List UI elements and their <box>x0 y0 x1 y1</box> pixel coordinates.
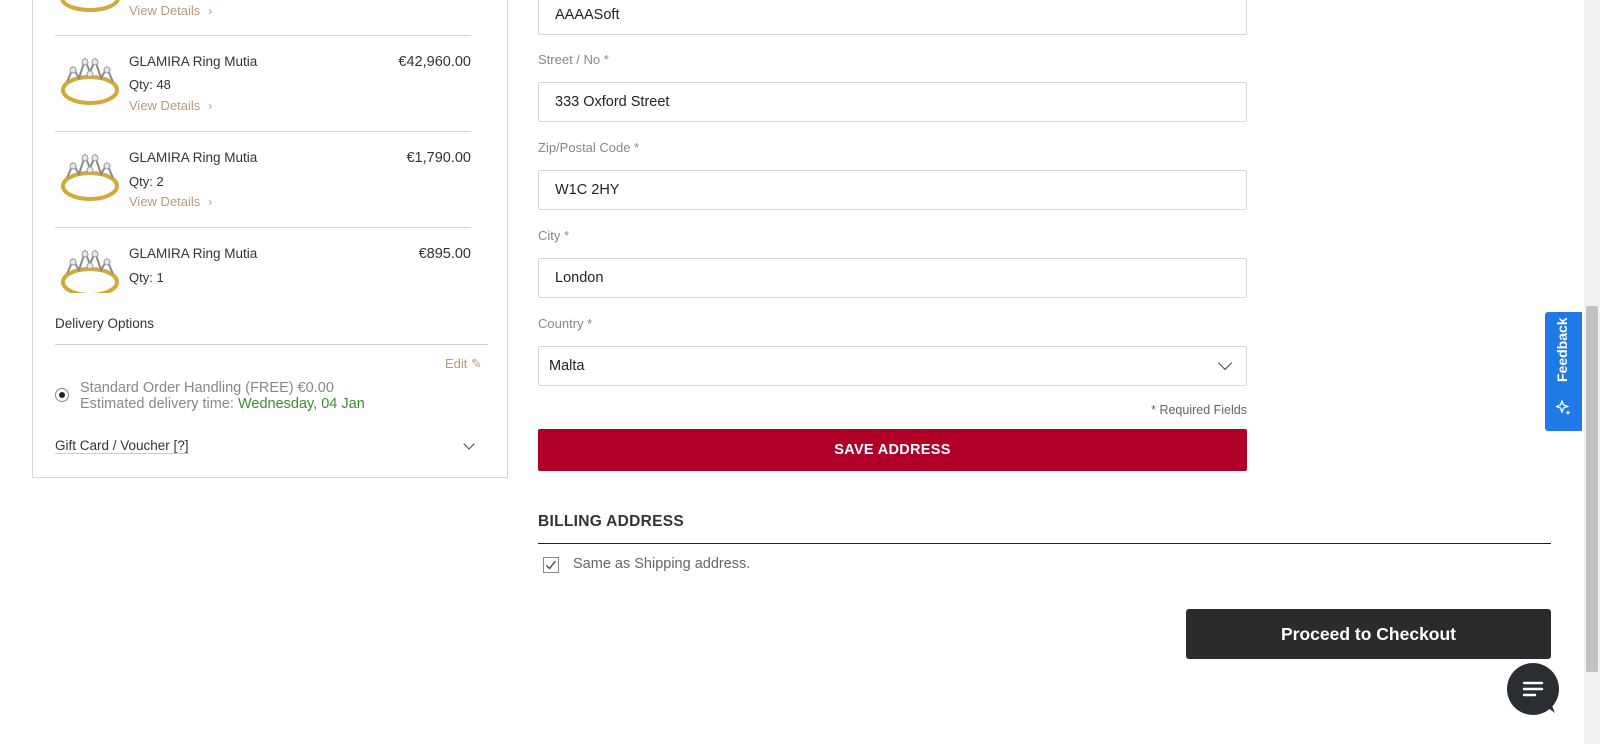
street-input[interactable]: 333 Oxford Street <box>538 82 1247 122</box>
gift-card-toggle[interactable]: Gift Card / Voucher [?] <box>55 438 189 454</box>
billing-address-title: BILLING ADDRESS <box>538 513 685 530</box>
country-select-value: Malta <box>549 358 585 374</box>
item-qty: Qty: 48 <box>129 77 171 92</box>
item-name: GLAMIRA Ring Mutia <box>129 246 258 261</box>
divider <box>55 344 488 345</box>
ring-thumbnail <box>61 249 119 293</box>
city-input[interactable]: London <box>538 258 1247 298</box>
view-details-link[interactable]: View Details › <box>129 194 212 209</box>
feedback-tab[interactable]: Feedback <box>1545 312 1582 431</box>
chevron-right-icon: › <box>208 195 213 209</box>
zip-input[interactable]: W1C 2HY <box>538 170 1247 210</box>
proceed-to-checkout-button[interactable]: Proceed to Checkout <box>1186 609 1551 659</box>
same-as-shipping-label[interactable]: Same as Shipping address. <box>573 556 750 572</box>
item-price: €42,960.00 <box>398 54 471 70</box>
country-label: Country * <box>538 316 593 331</box>
chevron-down-icon <box>1217 355 1233 371</box>
company-input[interactable]: AAAASoft <box>538 0 1247 35</box>
page-scrollbar-thumb[interactable] <box>1586 306 1598 672</box>
item-qty: Qty: 1 <box>129 270 164 285</box>
order-item: GLAMIRA Ring Mutia €42,960.00 Qty: 48 Vi… <box>55 36 471 132</box>
ring-thumbnail <box>60 0 120 12</box>
order-item: View Details › <box>55 0 471 36</box>
order-summary-panel: View Details › GLAMIRA Ring Mutia €42,960… <box>32 0 508 478</box>
checkmark-icon <box>546 560 557 570</box>
delivery-estimate-date: Wednesday, 04 Jan <box>237 396 365 412</box>
chat-menu-icon <box>1522 681 1555 713</box>
delivery-option-label: Standard Order Handling (FREE) €0.00 <box>80 380 334 396</box>
item-qty: Qty: 2 <box>129 174 164 189</box>
city-label: City * <box>538 228 570 243</box>
pencil-icon: ✎ <box>471 356 482 371</box>
chevron-right-icon: › <box>208 99 213 113</box>
order-items-list[interactable]: View Details › GLAMIRA Ring Mutia €42,960… <box>55 0 503 293</box>
country-select[interactable]: Malta <box>538 346 1247 386</box>
required-fields-note: * Required Fields <box>1151 403 1247 417</box>
divider <box>538 543 1551 544</box>
item-name: GLAMIRA Ring Mutia <box>129 54 258 69</box>
chevron-right-icon: › <box>208 4 213 18</box>
same-as-shipping-checkbox[interactable] <box>543 557 559 573</box>
delivery-option-radio[interactable] <box>55 388 69 402</box>
ring-thumbnail <box>61 153 119 201</box>
feedback-label: Feedback <box>1554 317 1570 382</box>
delivery-edit-link[interactable]: Edit ✎ <box>445 356 482 372</box>
view-details-link[interactable]: View Details › <box>129 3 212 18</box>
ring-thumbnail <box>61 57 119 105</box>
delivery-estimate: Estimated delivery time: Wednesday, 04 J… <box>80 396 365 412</box>
page-scrollbar[interactable] <box>1584 0 1600 744</box>
chevron-down-icon[interactable] <box>463 438 475 450</box>
order-item: GLAMIRA Ring Mutia €1,790.00 Qty: 2 View… <box>55 132 471 228</box>
delivery-options-title: Delivery Options <box>55 316 155 331</box>
view-details-link[interactable]: View Details › <box>129 98 212 113</box>
sparkle-star-icon <box>1556 400 1571 416</box>
order-item: GLAMIRA Ring Mutia €895.00 Qty: 1 <box>55 228 471 293</box>
item-price: €895.00 <box>418 246 471 262</box>
item-name: GLAMIRA Ring Mutia <box>129 150 258 165</box>
save-address-button[interactable]: SAVE ADDRESS <box>538 429 1247 471</box>
item-price: €1,790.00 <box>406 150 471 166</box>
zip-label: Zip/Postal Code * <box>538 140 640 155</box>
street-label: Street / No * <box>538 52 609 67</box>
chat-button[interactable] <box>1507 663 1559 715</box>
